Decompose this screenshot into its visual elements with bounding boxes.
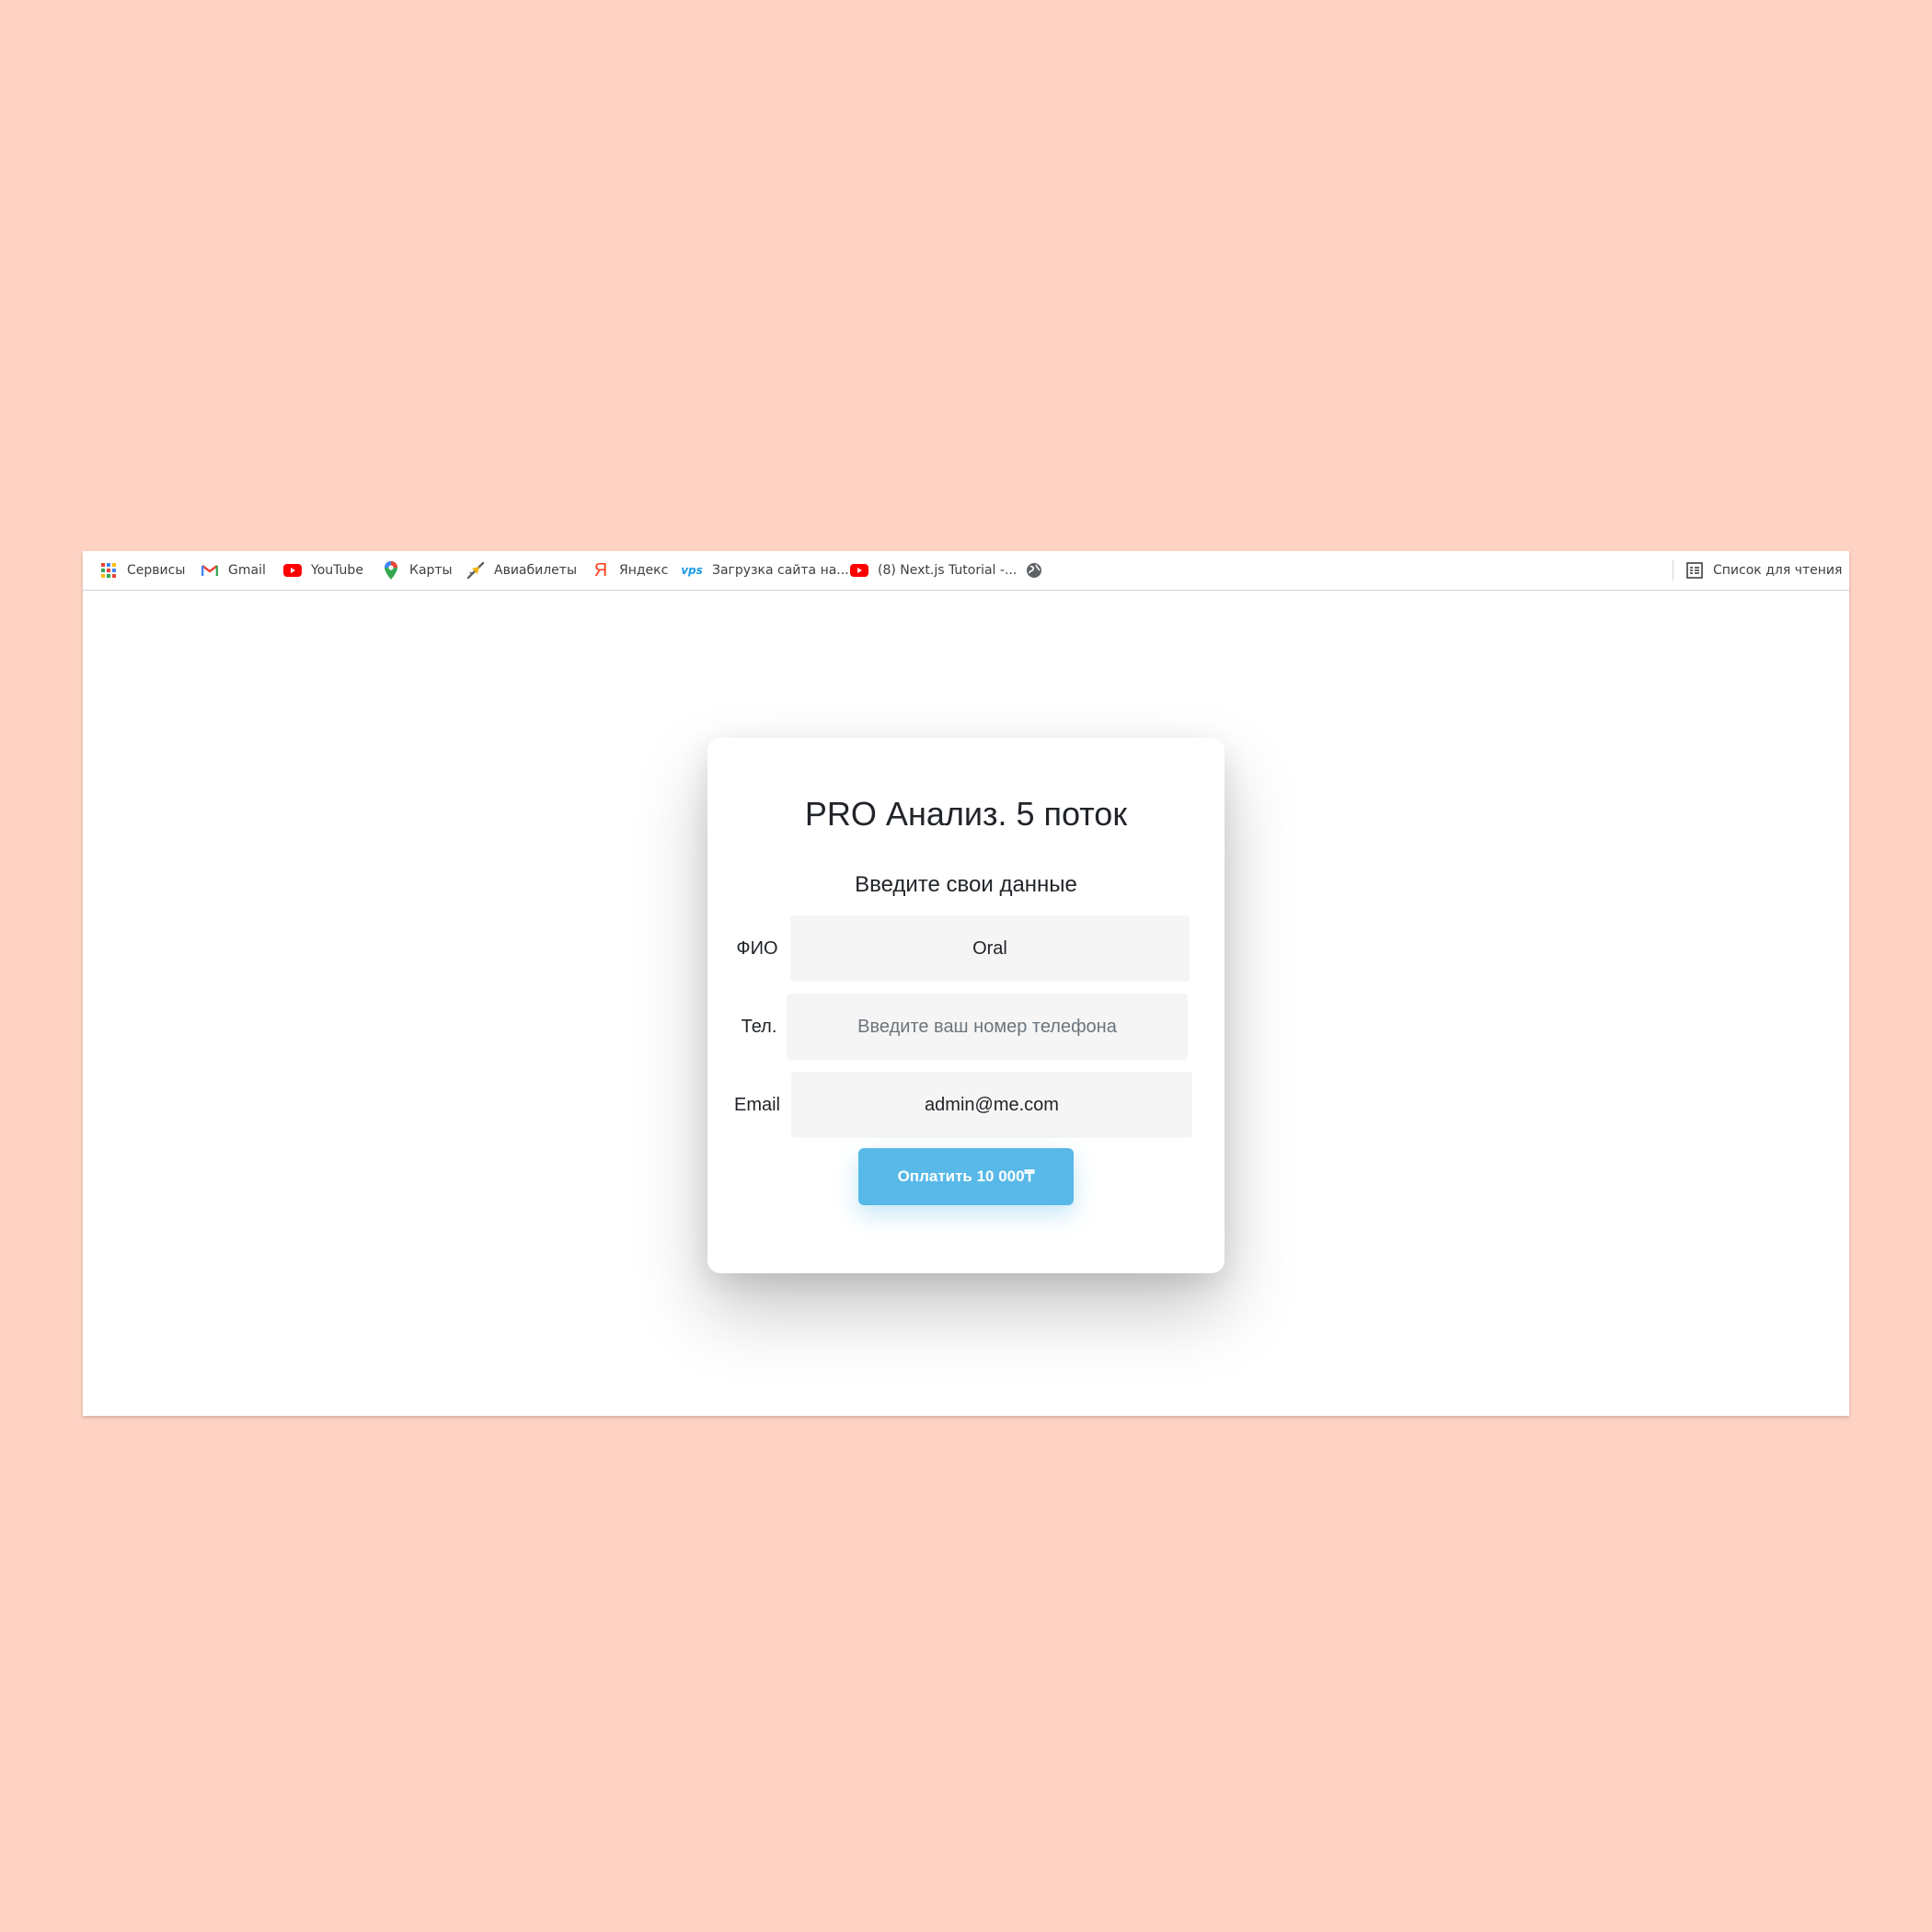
bookmark-label: Карты xyxy=(409,563,453,578)
browser-window: Сервисы Gmail YouTube Карты Авиабилеты Я… xyxy=(83,551,1849,1416)
phone-field[interactable] xyxy=(787,994,1188,1060)
phone-row: Тел. xyxy=(707,994,1225,1060)
payment-form-card: PRO Анализ. 5 поток Введите свои данные … xyxy=(707,738,1225,1273)
bookmark-aviatickets[interactable]: Авиабилеты xyxy=(466,551,577,590)
reading-list-button[interactable]: Список для чтения xyxy=(1685,551,1842,590)
vps-icon: vps xyxy=(681,564,703,577)
airplane-icon xyxy=(466,561,485,580)
bookmarks-bar: Сервисы Gmail YouTube Карты Авиабилеты Я… xyxy=(83,551,1849,591)
form-title: PRO Анализ. 5 поток xyxy=(804,795,1128,833)
bookmark-gmail[interactable]: Gmail xyxy=(201,551,266,590)
reading-list-icon xyxy=(1685,561,1704,580)
bookmark-vps-upload[interactable]: vps Загрузка сайта на... xyxy=(681,551,849,590)
bookmark-globe[interactable] xyxy=(1025,551,1052,590)
bookmark-services[interactable]: Сервисы xyxy=(99,551,185,590)
bookmark-label: Сервисы xyxy=(127,563,186,578)
bookmark-youtube[interactable]: YouTube xyxy=(283,551,363,590)
email-field[interactable] xyxy=(791,1072,1192,1138)
bookmark-label: Загрузка сайта на... xyxy=(712,563,849,578)
bookmark-yandex[interactable]: Я Яндекс xyxy=(592,551,669,590)
youtube-icon xyxy=(850,561,868,580)
bookmark-label: (8) Next.js Tutorial -... xyxy=(878,563,1018,578)
email-row: Email xyxy=(707,1072,1225,1138)
yandex-icon: Я xyxy=(593,559,608,581)
gmail-icon xyxy=(201,561,219,580)
youtube-icon xyxy=(283,561,302,580)
pay-button[interactable]: Оплатить 10 000₸ xyxy=(858,1148,1074,1205)
name-field[interactable] xyxy=(790,915,1190,982)
bookmark-maps[interactable]: Карты xyxy=(382,551,453,590)
globe-icon xyxy=(1025,561,1043,580)
name-label: ФИО xyxy=(736,937,778,959)
form-subtitle: Введите свои данные xyxy=(855,872,1077,897)
bookmark-label: YouTube xyxy=(311,563,363,578)
phone-label: Тел. xyxy=(741,1016,777,1037)
bookmark-nextjs-tutorial[interactable]: (8) Next.js Tutorial -... xyxy=(850,551,1017,590)
bookmark-label: Авиабилеты xyxy=(494,563,578,578)
bookmark-label: Gmail xyxy=(228,563,266,578)
name-row: ФИО xyxy=(707,915,1225,982)
apps-grid-icon xyxy=(99,561,118,580)
email-label: Email xyxy=(733,1094,780,1115)
bookmark-label: Яндекс xyxy=(619,563,669,578)
page-content: PRO Анализ. 5 поток Введите свои данные … xyxy=(83,591,1849,1416)
reading-list-label: Список для чтения xyxy=(1713,563,1843,578)
maps-pin-icon xyxy=(382,561,400,580)
